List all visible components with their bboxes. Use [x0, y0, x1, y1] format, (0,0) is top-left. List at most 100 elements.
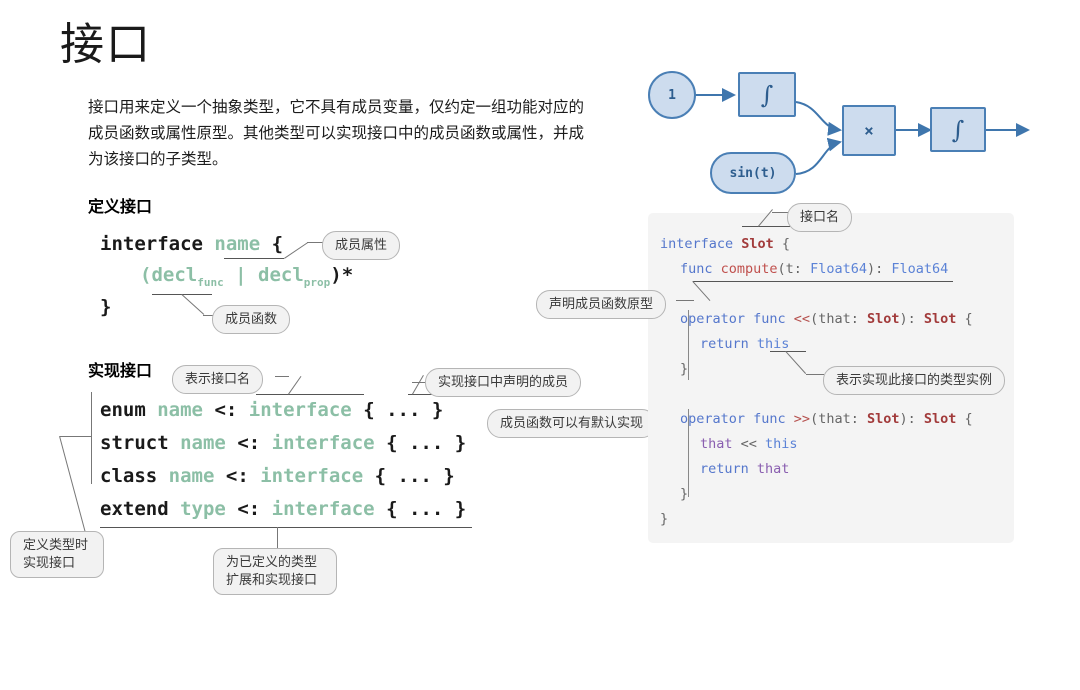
code-token: return [700, 461, 757, 477]
row0-keyword: enum [100, 399, 146, 421]
code-line-0: interface Slot { [660, 232, 973, 257]
code-token: Slot [741, 236, 774, 252]
syntax-name: name [214, 233, 261, 255]
syntax-implement-row-3: extend type <: interface { ... } [100, 498, 466, 520]
callout-define-type-implement-text: 定义类型时 实现接口 [23, 537, 89, 570]
leader-declared-members-diag [412, 374, 424, 395]
callout-this-type-instance: 表示实现此接口的类型实例 [823, 366, 1006, 395]
callout-member-property: 成员属性 [322, 231, 401, 260]
slide-root: 接口 接口用来定义一个抽象类型，它不具有成员变量，仅约定一组功能对应的成员函数或… [0, 0, 1080, 690]
underline-this-token [770, 351, 806, 352]
leader-extend-vert [277, 527, 278, 549]
callout-define-type-implement: 定义类型时 实现接口 [10, 531, 104, 578]
row0-body: { ... } [363, 399, 444, 421]
leader-show-iface-diag [288, 375, 302, 395]
row3-interface: interface [271, 498, 375, 520]
integral-icon: ∫ [760, 80, 774, 109]
section-heading-implement: 实现接口 [88, 363, 153, 380]
code-token: Float64 [891, 261, 949, 277]
syntax-decl-open: (decl [140, 264, 198, 286]
code-token: (that: [810, 311, 867, 327]
flow-node-integrator-1[interactable]: ∫ [738, 72, 796, 117]
code-token: { [956, 411, 973, 427]
callout-show-interface-name: 表示接口名 [172, 365, 264, 394]
code-token: operator func [680, 311, 794, 327]
code-token: (t: [777, 261, 811, 277]
code-line-9: return that [660, 457, 973, 482]
code-token: ): [899, 411, 924, 427]
syntax-decl-prop-sub: prop [303, 275, 331, 289]
row3-name: type [180, 498, 226, 520]
leader-member-property-diag [284, 242, 308, 259]
row1-body: { ... } [386, 432, 467, 454]
code-line-10: } [660, 482, 973, 507]
code-token: } [680, 361, 689, 377]
page-title: 接口 [60, 20, 152, 69]
section-heading-define: 定义接口 [88, 199, 153, 216]
syntax-define-line2: (declfunc | declprop)* [140, 264, 353, 289]
code-line-11: } [660, 507, 973, 532]
underline-interface-token [256, 394, 364, 395]
row0-interface: interface [248, 399, 352, 421]
syntax-define-line1: interface name { [100, 233, 283, 255]
row2-subtype-op: <: [225, 465, 249, 487]
code-group-bar-1 [688, 310, 689, 380]
callout-implement-declared-members: 实现接口中声明的成员 [425, 368, 582, 397]
code-token: this [756, 336, 790, 352]
code-token: this [765, 436, 798, 452]
leader-this-instance-horiz [806, 374, 824, 375]
syntax-keyword-interface: interface [100, 233, 203, 255]
row3-subtype-op: <: [237, 498, 261, 520]
code-token: ): [866, 261, 892, 277]
code-token: (that: [810, 411, 867, 427]
row2-interface: interface [260, 465, 364, 487]
underline-member-property [224, 258, 284, 259]
code-token: that [700, 436, 733, 452]
syntax-implement-row-1: struct name <: interface { ... } [100, 432, 466, 454]
code-token: interface [660, 236, 742, 252]
flow-node-sin-source[interactable]: sin(t) [710, 152, 796, 194]
syntax-define-line3: } [100, 296, 112, 318]
integral-icon-2: ∫ [951, 115, 965, 144]
flow-node-multiply[interactable]: × [842, 105, 896, 156]
syntax-decl-mid: | decl [223, 264, 304, 286]
code-line-7: operator func >>(that: Slot): Slot { [660, 407, 973, 432]
code-token: { [773, 236, 791, 252]
row0-name: name [157, 399, 203, 421]
code-token: operator func [680, 411, 794, 427]
code-line-4: return this [660, 332, 973, 357]
code-group-bar-2 [688, 409, 689, 497]
underline-compute-signature [693, 281, 953, 282]
row1-interface: interface [271, 432, 375, 454]
flow-node-constant-one[interactable]: 1 [648, 71, 696, 119]
flow-node-integrator-2[interactable]: ∫ [930, 107, 986, 152]
row1-name: name [180, 432, 226, 454]
signal-flow-diagram: 1 ∫ sin(t) × ∫ [630, 58, 1050, 203]
code-token: Float64 [810, 261, 867, 277]
row2-body: { ... } [374, 465, 455, 487]
callout-declare-member-func-proto: 声明成员函数原型 [536, 290, 667, 319]
leader-member-function-diag [181, 294, 205, 315]
leader-define-time-horiz [60, 436, 92, 437]
underline-slot-type [742, 226, 790, 227]
leader-declared-members-horiz [412, 382, 426, 383]
row1-subtype-op: <: [237, 432, 261, 454]
group-bracket-define-time [91, 392, 92, 484]
syntax-implement-row-0: enum name <: interface { ... } [100, 399, 443, 421]
syntax-decl-func-sub: func [197, 275, 224, 289]
code-line-1: func compute(t: Float64): Float64 [660, 257, 973, 282]
syntax-implement-row-2: class name <: interface { ... } [100, 465, 455, 487]
leader-declare-proto-horiz [676, 300, 694, 301]
code-token: Slot [923, 411, 957, 427]
code-token: that [756, 461, 790, 477]
callout-member-func-default-impl: 成员函数可以有默认实现 [487, 409, 657, 438]
code-line-8: that << this [660, 432, 973, 457]
code-token: { [956, 311, 973, 327]
code-token: } [660, 511, 669, 527]
row2-keyword: class [100, 465, 158, 487]
leader-interface-name-horiz [772, 212, 788, 213]
row1-keyword: struct [100, 432, 169, 454]
code-token: << [793, 311, 811, 327]
underline-extend-row [100, 527, 472, 528]
